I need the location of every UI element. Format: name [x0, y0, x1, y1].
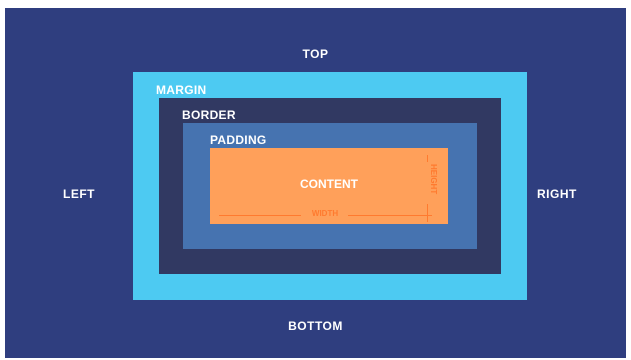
diagram-canvas: TOP LEFT RIGHT BOTTOM MARGIN BORDER PADD…: [5, 8, 626, 358]
height-dimension-line-bottom: [427, 204, 428, 222]
left-label: LEFT: [63, 187, 95, 201]
padding-label: PADDING: [210, 133, 267, 147]
content-label: CONTENT: [300, 177, 358, 191]
bottom-label: BOTTOM: [288, 319, 343, 333]
right-label: RIGHT: [537, 187, 577, 201]
content-box: CONTENT WIDTH HEIGHT: [210, 148, 448, 224]
width-dimension-line-right: [348, 215, 432, 216]
height-label: HEIGHT: [429, 164, 438, 195]
height-dimension-line-top: [427, 155, 428, 162]
width-label: WIDTH: [311, 209, 339, 218]
margin-label: MARGIN: [156, 83, 207, 97]
width-dimension-line-left: [219, 215, 301, 216]
border-label: BORDER: [182, 108, 236, 122]
top-label: TOP: [302, 47, 329, 61]
